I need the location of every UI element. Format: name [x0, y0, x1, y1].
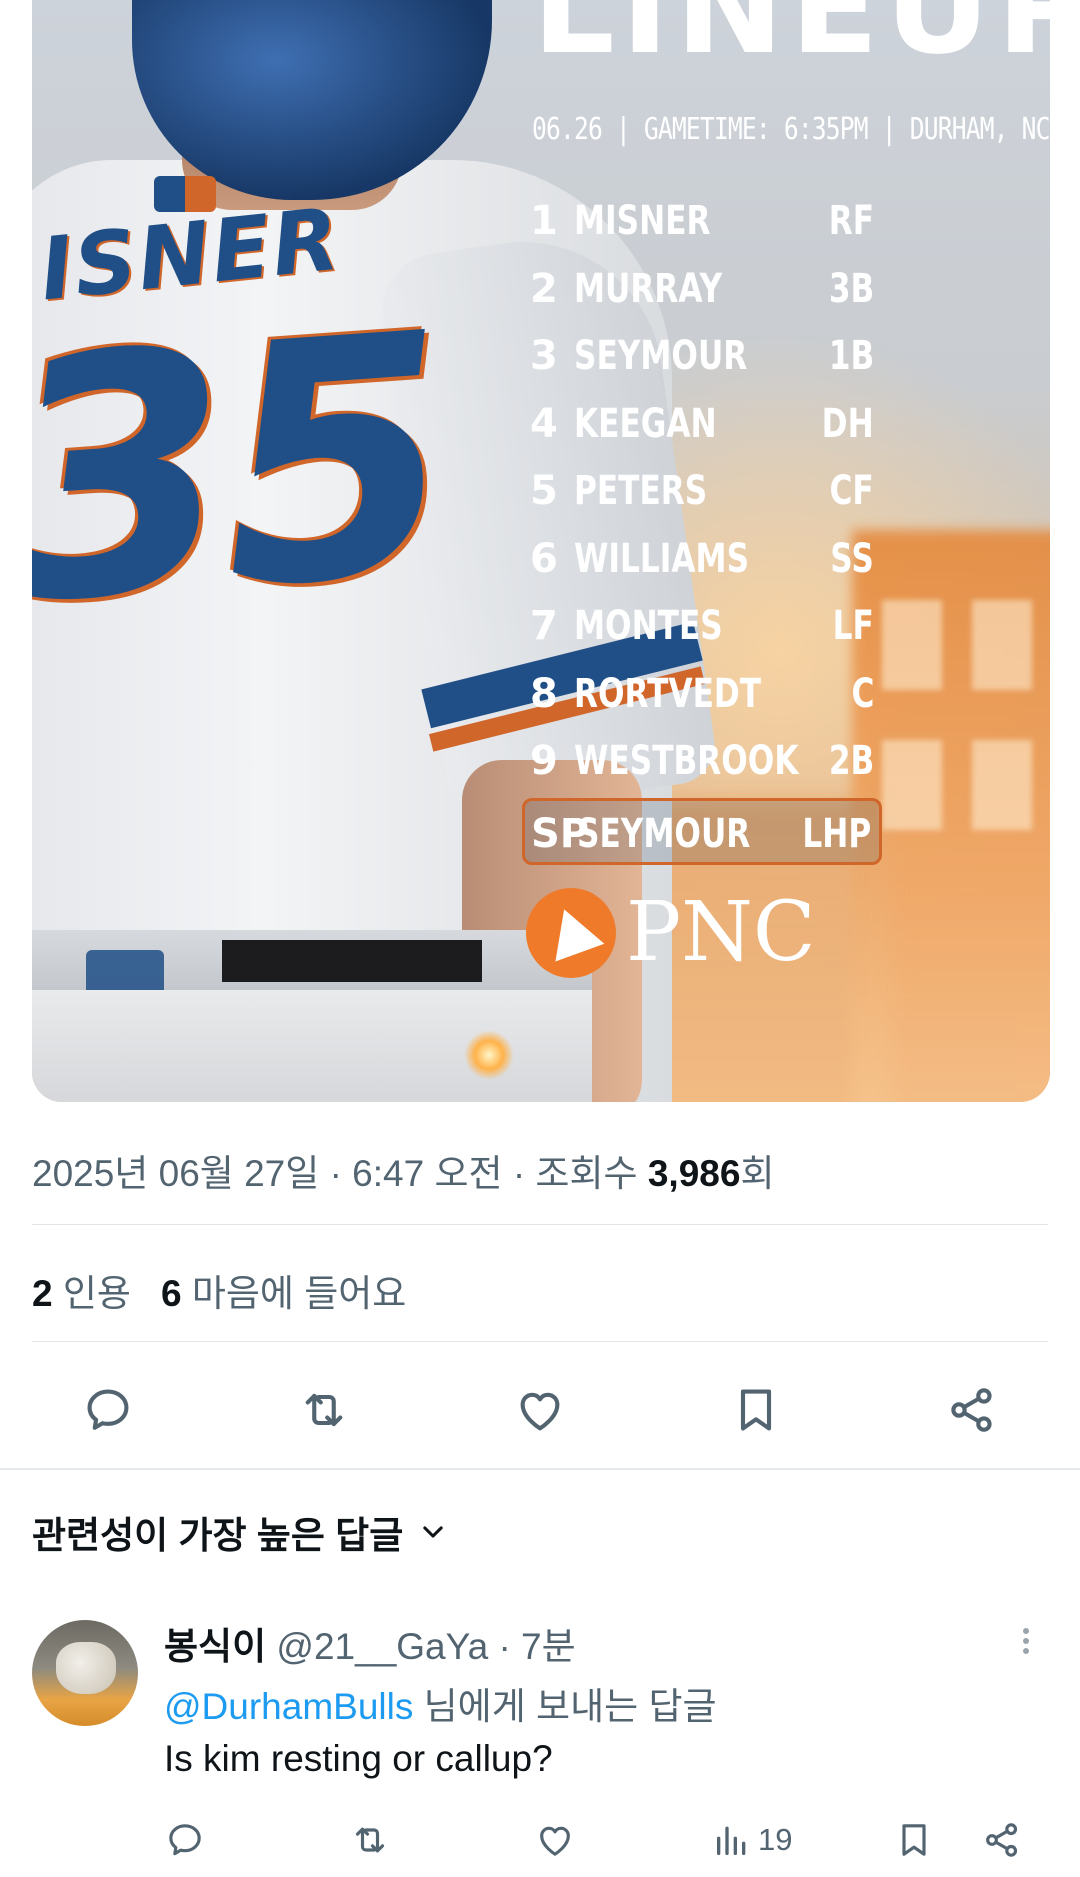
lineup-meta: 06.26 | GAMETIME: 6:35PM | DURHAM, NC [532, 112, 1050, 147]
lineup-row: 3 SEYMOUR 1B [530, 333, 874, 379]
building-window [972, 740, 1032, 830]
sponsor-name: PNC [626, 885, 816, 980]
divider [32, 1224, 1048, 1225]
reply-action-bar: 19 [0, 1815, 1080, 1865]
sponsor-logo: PNC [526, 887, 816, 979]
lineup-row: 4 KEEGAN DH [530, 400, 874, 447]
tweet-date[interactable]: 2025년 06월 27일 · 6:47 오전 · 조회수 [32, 1153, 648, 1194]
building-window [972, 600, 1032, 690]
lineup-row: 7 MONTES LF [530, 603, 874, 649]
lineup-row: 6 WILLIAMS SS [530, 535, 874, 582]
section-divider [0, 1468, 1080, 1470]
quotes-stat[interactable]: 2 인용 [32, 1273, 131, 1314]
more-options-button[interactable] [1016, 1624, 1036, 1664]
analytics-icon [717, 1826, 746, 1855]
reply-sort-dropdown[interactable]: 관련성이 가장 높은 답글 [32, 1505, 447, 1559]
view-count: 3,986 [647, 1153, 741, 1194]
jersey-number: 35 [32, 263, 455, 677]
reply-view-count: 19 [758, 1822, 793, 1857]
share-icon [986, 1823, 1018, 1857]
reply-author-name[interactable]: 봉식이 [164, 1626, 266, 1667]
tweet-media-image[interactable]: ISNER 35 LINEUP 06.26 | GAMETIME: 6:35PM… [32, 0, 1050, 1102]
share-icon [951, 1388, 992, 1432]
reply-icon [87, 1389, 129, 1430]
bookmark-icon [740, 1389, 772, 1431]
reply-text: Is kim resting or callup? [164, 1738, 553, 1779]
lineup-row: 1 MISNER RF [530, 198, 874, 244]
reply-retweet-button[interactable] [350, 1815, 390, 1865]
building-window [882, 740, 942, 830]
reply-time[interactable]: · 7분 [498, 1626, 575, 1667]
reply-icon [169, 1824, 201, 1856]
tweet-stats: 2 인용 6 마음에 들어요 [32, 1263, 406, 1317]
avatar[interactable] [32, 1620, 138, 1726]
reply-like-button[interactable] [535, 1815, 575, 1865]
view-count-suffix: 회 [740, 1153, 775, 1194]
belt [222, 940, 482, 982]
bookmark-icon [902, 1824, 926, 1856]
like-icon [540, 1826, 570, 1856]
like-icon [520, 1392, 560, 1431]
reply-sort-label: 관련성이 가장 높은 답글 [32, 1515, 404, 1556]
lineup-starter-row: SP SEYMOUR LHP [522, 797, 882, 865]
lineup-row: 8 RORTVEDT C [530, 670, 874, 717]
tweet-timestamp-views: 2025년 06월 27일 · 6:47 오전 · 조회수 3,986회 [32, 1143, 774, 1197]
reply-bookmark-button[interactable] [894, 1815, 934, 1865]
lineup-list: 1 MISNER RF 2 MURRAY 3B 3 SEYMOUR 1B 4 KEEGAN DH… [522, 188, 882, 865]
light-flare [464, 1030, 514, 1080]
reply-reply-button[interactable] [165, 1815, 205, 1865]
likes-stat[interactable]: 6 마음에 들어요 [161, 1273, 406, 1314]
building-window [882, 600, 942, 690]
lineup-row: 9 WESTBROOK 2B [530, 738, 874, 784]
reply-views-button[interactable]: 19 [712, 1815, 792, 1865]
cat-avatar-image [56, 1642, 116, 1694]
tweet-action-bar [0, 1375, 1080, 1445]
replying-to-line: @DurhamBulls 님에게 보내는 답글 [164, 1676, 717, 1730]
retweet-button[interactable] [289, 1375, 359, 1445]
bookmark-button[interactable] [721, 1375, 791, 1445]
retweet-icon [305, 1393, 343, 1427]
reply-author-handle[interactable]: @21__GaYa [276, 1626, 488, 1667]
reply-button[interactable] [73, 1375, 143, 1445]
lineup-title: LINEUP [532, 0, 1050, 83]
divider [32, 1341, 1048, 1342]
reply-header: 봉식이 @21__GaYa · 7분 [164, 1616, 576, 1670]
lineup-row: 5 PETERS CF [530, 468, 874, 514]
retweet-icon [355, 1827, 385, 1853]
reply-share-button[interactable] [982, 1815, 1022, 1865]
lineup-row: 2 MURRAY 3B [530, 265, 874, 312]
share-button[interactable] [937, 1375, 1007, 1445]
replying-to-suffix: 님에게 보내는 답글 [413, 1686, 717, 1727]
mention-link[interactable]: @DurhamBulls [164, 1686, 413, 1727]
dot [1023, 1648, 1029, 1654]
pnc-logo-icon [526, 888, 616, 978]
dot [1023, 1628, 1029, 1634]
like-button[interactable] [505, 1375, 575, 1445]
chevron-down-icon [423, 1526, 443, 1538]
dot [1023, 1638, 1029, 1644]
